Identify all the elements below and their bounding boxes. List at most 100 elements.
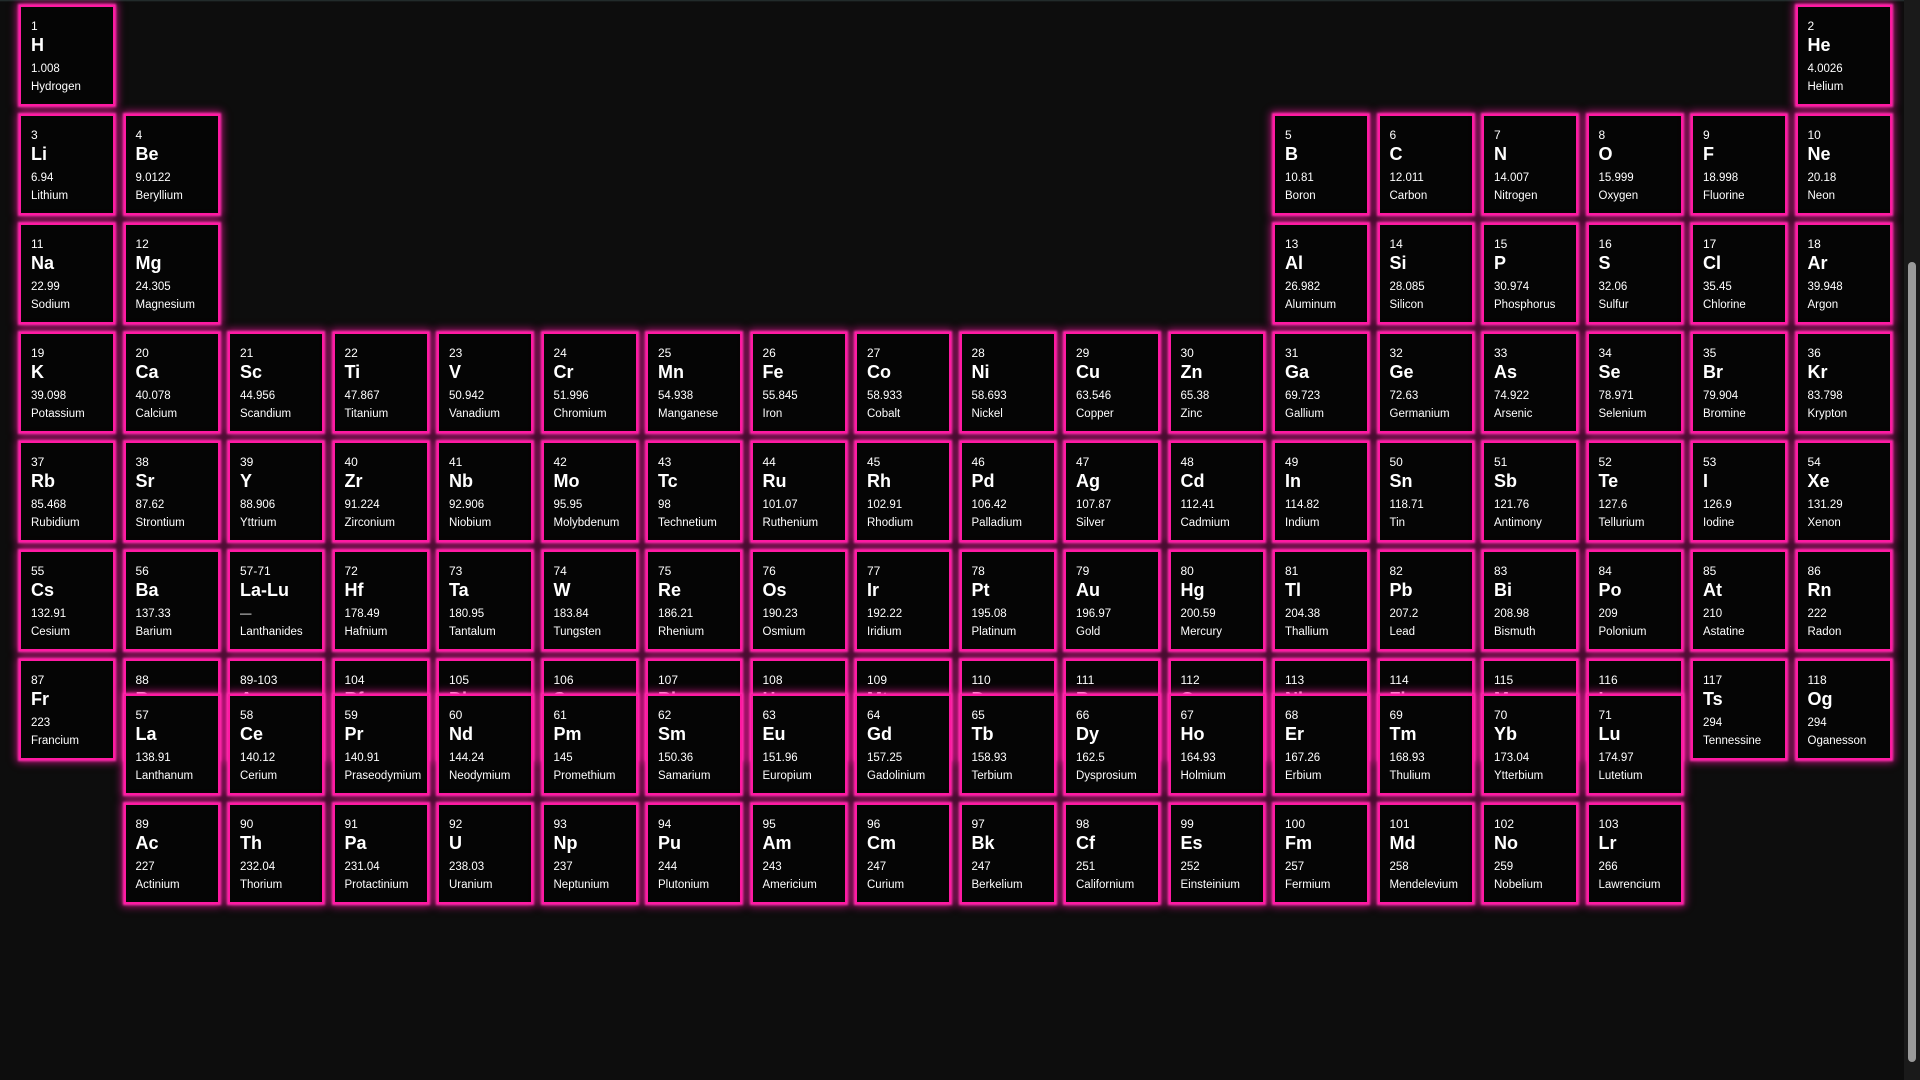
element-cell-eu[interactable]: 63 Eu 151.96 Europium: [750, 694, 847, 795]
element-cell-ac[interactable]: 89 Ac 227 Actinium: [123, 803, 220, 904]
element-cell-re[interactable]: 75 Re 186.21 Rhenium: [646, 550, 742, 651]
element-cell-pr[interactable]: 59 Pr 140.91 Praseodymium: [332, 694, 429, 795]
element-cell-tl[interactable]: 81 Tl 204.38 Thallium: [1273, 550, 1369, 651]
element-cell-ir[interactable]: 77 Ir 192.22 Iridium: [855, 550, 951, 651]
element-cell-ar[interactable]: 18 Ar 39.948 Argon: [1795, 223, 1892, 324]
element-cell-w[interactable]: 74 W 183.84 Tungsten: [541, 550, 638, 651]
element-cell-pa[interactable]: 91 Pa 231.04 Protactinium: [332, 803, 429, 904]
element-cell-v[interactable]: 23 V 50.942 Vanadium: [437, 332, 533, 433]
element-cell-co[interactable]: 27 Co 58.933 Cobalt: [855, 332, 951, 433]
element-cell-cu[interactable]: 29 Cu 63.546 Copper: [1064, 332, 1160, 433]
element-cell-na[interactable]: 11 Na 22.99 Sodium: [19, 223, 115, 324]
element-cell-pt[interactable]: 78 Pt 195.08 Platinum: [959, 550, 1056, 651]
element-cell-no[interactable]: 102 No 259 Nobelium: [1482, 803, 1578, 904]
element-cell-au[interactable]: 79 Au 196.97 Gold: [1064, 550, 1160, 651]
element-cell-po[interactable]: 84 Po 209 Polonium: [1586, 550, 1683, 651]
element-cell-la[interactable]: 57 La 138.91 Lanthanum: [123, 694, 220, 795]
element-cell-ag[interactable]: 47 Ag 107.87 Silver: [1064, 441, 1160, 542]
element-cell-pu[interactable]: 94 Pu 244 Plutonium: [646, 803, 742, 904]
element-cell-zn[interactable]: 30 Zn 65.38 Zinc: [1168, 332, 1265, 433]
element-cell-bk[interactable]: 97 Bk 247 Berkelium: [959, 803, 1056, 904]
element-cell-lu[interactable]: 71 Lu 174.97 Lutetium: [1586, 694, 1683, 795]
element-cell-rn[interactable]: 86 Rn 222 Radon: [1795, 550, 1892, 651]
element-cell-os[interactable]: 76 Os 190.23 Osmium: [750, 550, 847, 651]
element-cell-kr[interactable]: 36 Kr 83.798 Krypton: [1795, 332, 1892, 433]
element-cell-sc[interactable]: 21 Sc 44.956 Scandium: [228, 332, 324, 433]
element-cell-in[interactable]: 49 In 114.82 Indium: [1273, 441, 1369, 542]
element-cell-o[interactable]: 8 O 15.999 Oxygen: [1586, 114, 1683, 215]
element-cell-f[interactable]: 9 F 18.998 Fluorine: [1691, 114, 1787, 215]
element-cell-u[interactable]: 92 U 238.03 Uranium: [437, 803, 533, 904]
element-cell-zr[interactable]: 40 Zr 91.224 Zirconium: [332, 441, 429, 542]
element-cell-th[interactable]: 90 Th 232.04 Thorium: [228, 803, 324, 904]
element-cell-fm[interactable]: 100 Fm 257 Fermium: [1273, 803, 1369, 904]
element-cell-tc[interactable]: 43 Tc 98 Technetium: [646, 441, 742, 542]
element-cell-mg[interactable]: 12 Mg 24.305 Magnesium: [123, 223, 220, 324]
element-cell-np[interactable]: 93 Np 237 Neptunium: [541, 803, 638, 904]
element-cell-b[interactable]: 5 B 10.81 Boron: [1273, 114, 1369, 215]
element-cell-s[interactable]: 16 S 32.06 Sulfur: [1586, 223, 1683, 324]
element-cell-sr[interactable]: 38 Sr 87.62 Strontium: [123, 441, 220, 542]
element-cell-ru[interactable]: 44 Ru 101.07 Ruthenium: [750, 441, 847, 542]
element-cell-cm[interactable]: 96 Cm 247 Curium: [855, 803, 951, 904]
element-cell-be[interactable]: 4 Be 9.0122 Beryllium: [123, 114, 220, 215]
element-cell-ce[interactable]: 58 Ce 140.12 Cerium: [228, 694, 324, 795]
element-cell-at[interactable]: 85 At 210 Astatine: [1691, 550, 1787, 651]
vertical-scrollbar[interactable]: [1904, 0, 1920, 1080]
element-cell-te[interactable]: 52 Te 127.6 Tellurium: [1586, 441, 1683, 542]
element-cell-n[interactable]: 7 N 14.007 Nitrogen: [1482, 114, 1578, 215]
element-cell-ca[interactable]: 20 Ca 40.078 Calcium: [123, 332, 220, 433]
element-cell-mn[interactable]: 25 Mn 54.938 Manganese: [646, 332, 742, 433]
element-cell-la-lu[interactable]: 57-71 La-Lu — Lanthanides: [228, 550, 324, 651]
element-cell-ti[interactable]: 22 Ti 47.867 Titanium: [332, 332, 429, 433]
element-cell-xe[interactable]: 54 Xe 131.29 Xenon: [1795, 441, 1892, 542]
element-cell-cr[interactable]: 24 Cr 51.996 Chromium: [541, 332, 638, 433]
element-cell-er[interactable]: 68 Er 167.26 Erbium: [1273, 694, 1369, 795]
element-cell-ge[interactable]: 32 Ge 72.63 Germanium: [1377, 332, 1474, 433]
element-cell-mo[interactable]: 42 Mo 95.95 Molybdenum: [541, 441, 638, 542]
element-cell-cl[interactable]: 17 Cl 35.45 Chlorine: [1691, 223, 1787, 324]
element-cell-tm[interactable]: 69 Tm 168.93 Thulium: [1377, 694, 1474, 795]
element-cell-as[interactable]: 33 As 74.922 Arsenic: [1482, 332, 1578, 433]
element-cell-fr[interactable]: 87 Fr 223 Francium: [19, 659, 115, 760]
element-cell-rb[interactable]: 37 Rb 85.468 Rubidium: [19, 441, 115, 542]
element-cell-ho[interactable]: 67 Ho 164.93 Holmium: [1168, 694, 1265, 795]
element-cell-ts[interactable]: 117 Ts 294 Tennessine: [1691, 659, 1787, 760]
element-cell-ta[interactable]: 73 Ta 180.95 Tantalum: [437, 550, 533, 651]
element-cell-yb[interactable]: 70 Yb 173.04 Ytterbium: [1482, 694, 1578, 795]
element-cell-hf[interactable]: 72 Hf 178.49 Hafnium: [332, 550, 429, 651]
element-cell-nb[interactable]: 41 Nb 92.906 Niobium: [437, 441, 533, 542]
element-cell-y[interactable]: 39 Y 88.906 Yttrium: [228, 441, 324, 542]
element-cell-cd[interactable]: 48 Cd 112.41 Cadmium: [1168, 441, 1265, 542]
element-cell-cs[interactable]: 55 Cs 132.91 Cesium: [19, 550, 115, 651]
element-cell-br[interactable]: 35 Br 79.904 Bromine: [1691, 332, 1787, 433]
element-cell-og[interactable]: 118 Og 294 Oganesson: [1795, 659, 1892, 760]
element-cell-hg[interactable]: 80 Hg 200.59 Mercury: [1168, 550, 1265, 651]
element-cell-ni[interactable]: 28 Ni 58.693 Nickel: [959, 332, 1056, 433]
element-cell-sm[interactable]: 62 Sm 150.36 Samarium: [646, 694, 742, 795]
element-cell-fe[interactable]: 26 Fe 55.845 Iron: [750, 332, 847, 433]
element-cell-ga[interactable]: 31 Ga 69.723 Gallium: [1273, 332, 1369, 433]
element-cell-rh[interactable]: 45 Rh 102.91 Rhodium: [855, 441, 951, 542]
element-cell-md[interactable]: 101 Md 258 Mendelevium: [1377, 803, 1474, 904]
element-cell-bi[interactable]: 83 Bi 208.98 Bismuth: [1482, 550, 1578, 651]
element-cell-pd[interactable]: 46 Pd 106.42 Palladium: [959, 441, 1056, 542]
element-cell-es[interactable]: 99 Es 252 Einsteinium: [1168, 803, 1265, 904]
element-cell-si[interactable]: 14 Si 28.085 Silicon: [1377, 223, 1474, 324]
element-cell-nd[interactable]: 60 Nd 144.24 Neodymium: [437, 694, 533, 795]
element-cell-ba[interactable]: 56 Ba 137.33 Barium: [123, 550, 220, 651]
element-cell-pb[interactable]: 82 Pb 207.2 Lead: [1377, 550, 1474, 651]
element-cell-pm[interactable]: 61 Pm 145 Promethium: [541, 694, 638, 795]
element-cell-k[interactable]: 19 K 39.098 Potassium: [19, 332, 115, 433]
element-cell-tb[interactable]: 65 Tb 158.93 Terbium: [959, 694, 1056, 795]
element-cell-i[interactable]: 53 I 126.9 Iodine: [1691, 441, 1787, 542]
element-cell-cf[interactable]: 98 Cf 251 Californium: [1064, 803, 1160, 904]
element-cell-al[interactable]: 13 Al 26.982 Aluminum: [1273, 223, 1369, 324]
scrollbar-thumb[interactable]: [1908, 262, 1916, 1062]
element-cell-h[interactable]: 1 H 1.008 Hydrogen: [19, 5, 115, 106]
element-cell-he[interactable]: 2 He 4.0026 Helium: [1795, 5, 1892, 106]
element-cell-li[interactable]: 3 Li 6.94 Lithium: [19, 114, 115, 215]
element-cell-sb[interactable]: 51 Sb 121.76 Antimony: [1482, 441, 1578, 542]
element-cell-gd[interactable]: 64 Gd 157.25 Gadolinium: [855, 694, 951, 795]
element-cell-c[interactable]: 6 C 12.011 Carbon: [1377, 114, 1474, 215]
